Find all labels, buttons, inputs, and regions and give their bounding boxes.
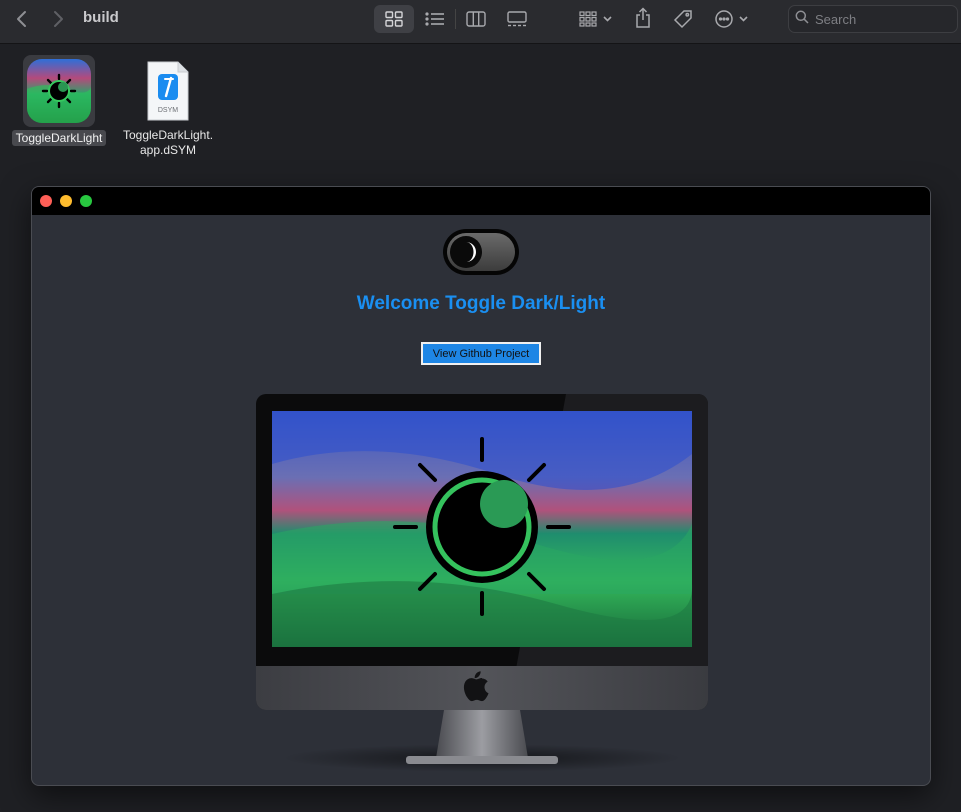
dsym-file-icon: DSYM [144,60,192,122]
gallery-icon[interactable] [503,5,531,33]
window-titlebar [32,187,930,215]
grid-icon[interactable] [374,5,414,33]
app-icon [27,59,91,123]
search-input[interactable] [815,11,945,27]
dark-light-toggle[interactable] [443,229,519,275]
imac-illustration [256,394,708,779]
close-window-button[interactable] [40,195,52,207]
welcome-heading: Welcome Toggle Dark/Light [356,293,606,314]
file-item-dsym[interactable]: DSYM ToggleDarkLight. app.dSYM [114,60,222,158]
app-window: Welcome Toggle Dark/Light View Github Pr… [31,186,931,786]
share-icon[interactable] [630,4,656,32]
file-name: ToggleDarkLight [11,130,107,146]
magnifier-icon [795,10,809,29]
search-field[interactable] [788,5,958,33]
list-icon[interactable] [421,5,449,33]
columns-icon[interactable] [462,5,490,33]
group-icon[interactable] [575,5,617,33]
toggle-track [447,233,515,271]
dsym-badge: DSYM [158,107,178,114]
toolbar-divider [455,9,456,29]
file-item-app[interactable]: ToggleDarkLight [8,55,110,147]
tag-icon[interactable] [669,5,697,33]
file-name-line2: app.dSYM [139,143,197,157]
chevron-left-icon[interactable] [10,8,34,30]
ellipsis-circle-icon[interactable] [711,5,753,33]
moon-icon [450,236,482,268]
file-name: ToggleDarkLight. app.dSYM [114,128,222,158]
finder-toolbar: build [0,0,961,44]
view-github-button[interactable]: View Github Project [421,342,541,365]
folder-title: build [83,9,119,26]
file-icon-selection [23,55,95,127]
minimize-window-button[interactable] [60,195,72,207]
file-name-line1: ToggleDarkLight. [122,128,214,142]
zoom-window-button[interactable] [80,195,92,207]
chevron-right-icon[interactable] [46,8,70,30]
